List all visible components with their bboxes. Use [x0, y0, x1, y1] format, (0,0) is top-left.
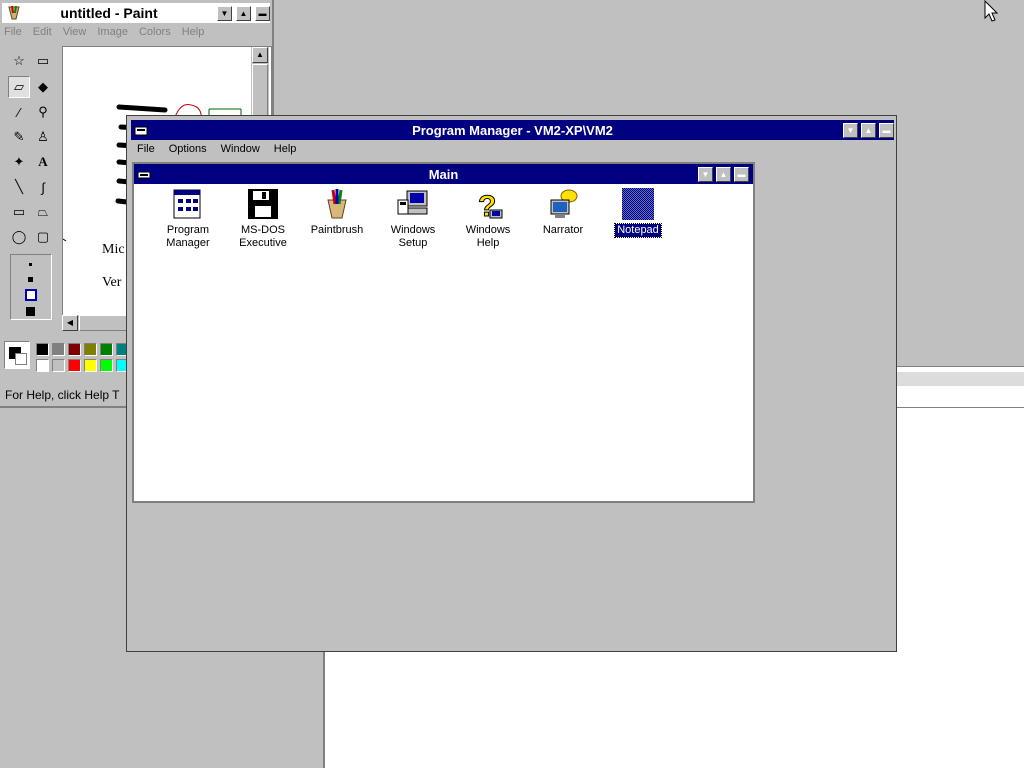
- free-select-icon[interactable]: ☆: [8, 50, 30, 72]
- group-maximize-button[interactable]: ▲: [716, 167, 731, 182]
- brush-icon[interactable]: ♙: [32, 126, 54, 148]
- paint-menu-bar: File Edit View Image Colors Help: [4, 26, 215, 42]
- rounded-rect-tool-icon[interactable]: ▢: [32, 226, 54, 248]
- palette-swatch[interactable]: [84, 359, 97, 372]
- item-label-line2: Executive: [239, 237, 287, 249]
- palette-swatch[interactable]: [100, 359, 113, 372]
- magnifier-icon[interactable]: ⚲: [32, 101, 54, 123]
- fill-icon[interactable]: ◆: [32, 76, 54, 98]
- ms-dos-executive-item[interactable]: MS-DOS Executive: [227, 188, 299, 250]
- palette-swatch[interactable]: [68, 343, 81, 356]
- main-group-title-bar[interactable]: Main ▼ ▲ ▬: [134, 164, 753, 184]
- group-restore-button[interactable]: ▬: [734, 167, 749, 182]
- color-picker-icon[interactable]: ∕: [8, 101, 30, 123]
- paint-title-bar[interactable]: untitled - Paint ▼ ▲ ▬: [2, 3, 270, 23]
- scroll-up-button[interactable]: ▲: [252, 47, 268, 63]
- background-window-bar: [897, 372, 1024, 386]
- pm-menu-file[interactable]: File: [137, 143, 155, 155]
- program-manager-item[interactable]: Program Manager: [152, 188, 224, 250]
- item-label-line1: Windows: [390, 224, 436, 236]
- windows-setup-item[interactable]: Windows Setup: [377, 188, 449, 250]
- windows-help-icon: ?: [472, 188, 504, 224]
- ms-dos-executive-icon: [247, 188, 279, 220]
- narrator-item[interactable]: Narrator: [527, 188, 599, 237]
- program-manager-title-bar[interactable]: Program Manager - VM2-XP\VM2 ▼ ▲ ▬: [131, 120, 894, 140]
- menu-view[interactable]: View: [63, 26, 87, 38]
- menu-colors[interactable]: Colors: [139, 26, 171, 38]
- item-label-line1: Narrator: [542, 224, 584, 236]
- program-manager-menu-bar: File Options Window Help: [137, 143, 310, 159]
- maximize-button[interactable]: ▲: [236, 6, 251, 21]
- text-tool-icon[interactable]: A: [32, 151, 54, 173]
- curve-tool-icon[interactable]: ∫: [32, 176, 54, 198]
- palette-swatch[interactable]: [36, 343, 49, 356]
- palette-swatch[interactable]: [68, 359, 81, 372]
- scroll-thumb[interactable]: [252, 64, 268, 116]
- item-label-line2: Setup: [398, 237, 428, 249]
- notepad-icon: [622, 188, 654, 220]
- program-manager-title: Program Manager - VM2-XP\VM2: [412, 123, 613, 138]
- pm-menu-help[interactable]: Help: [274, 143, 297, 155]
- palette-swatch[interactable]: [52, 343, 65, 356]
- paintbrush-icon: [321, 188, 353, 220]
- item-label-line1: Windows: [465, 224, 511, 236]
- item-label-line1: Program: [166, 224, 210, 236]
- status-bar-text: For Help, click Help T: [5, 388, 120, 402]
- program-manager-window[interactable]: Program Manager - VM2-XP\VM2 ▼ ▲ ▬ File O…: [126, 115, 897, 652]
- eraser-size-selector[interactable]: [10, 254, 52, 320]
- scroll-left-button[interactable]: ◀: [62, 315, 78, 331]
- pm-maximize-button[interactable]: ▲: [861, 123, 876, 138]
- polygon-tool-icon[interactable]: ⏢: [32, 201, 54, 223]
- windows-help-item[interactable]: ? Windows Help: [452, 188, 524, 250]
- minimize-button[interactable]: ▼: [217, 6, 232, 21]
- item-label-line1: Notepad: [614, 223, 662, 238]
- main-group-title: Main: [428, 167, 459, 182]
- canvas-text-line-1: Mic: [102, 242, 125, 257]
- menu-image[interactable]: Image: [97, 26, 128, 38]
- mouse-cursor-icon: [984, 0, 999, 22]
- main-group-window[interactable]: Main ▼ ▲ ▬ Program Manager MS-DOS Execut…: [132, 162, 755, 503]
- item-label-line1: MS-DOS: [241, 224, 285, 236]
- paintbrush-item[interactable]: Paintbrush: [301, 188, 373, 237]
- palette-swatch[interactable]: [84, 343, 97, 356]
- rect-select-icon[interactable]: ▭: [32, 50, 54, 72]
- ellipse-tool-icon[interactable]: ◯: [8, 226, 30, 248]
- line-tool-icon[interactable]: ╲: [8, 176, 30, 198]
- pm-restore-button[interactable]: ▬: [879, 123, 894, 138]
- program-manager-icon: [172, 188, 204, 220]
- eraser-icon[interactable]: ▱: [8, 76, 30, 98]
- hscroll-thumb[interactable]: [79, 315, 127, 331]
- item-label-line2: Manager: [166, 237, 210, 249]
- rectangle-tool-icon[interactable]: ▭: [8, 201, 30, 223]
- group-minimize-button[interactable]: ▼: [698, 167, 713, 182]
- palette-swatch[interactable]: [36, 359, 49, 372]
- current-colors[interactable]: [4, 341, 30, 369]
- notepad-item[interactable]: Notepad: [602, 188, 674, 238]
- pm-minimize-button[interactable]: ▼: [843, 123, 858, 138]
- airbrush-icon[interactable]: ✦: [8, 151, 30, 173]
- item-label-line2: Help: [476, 237, 500, 249]
- palette-swatch[interactable]: [52, 359, 65, 372]
- windows-setup-icon: [397, 188, 429, 220]
- canvas-text-line-2: Ver: [102, 275, 122, 290]
- paint-title: untitled - Paint: [60, 5, 158, 21]
- menu-help[interactable]: Help: [182, 26, 205, 38]
- item-label-line1: Paintbrush: [310, 224, 364, 236]
- pm-menu-options[interactable]: Options: [169, 143, 207, 155]
- pm-menu-window[interactable]: Window: [221, 143, 260, 155]
- menu-file[interactable]: File: [4, 26, 22, 38]
- palette-swatch[interactable]: [100, 343, 113, 356]
- menu-edit[interactable]: Edit: [33, 26, 52, 38]
- restore-button[interactable]: ▬: [255, 6, 270, 21]
- narrator-icon: [547, 188, 579, 220]
- pencil-icon[interactable]: ✎: [8, 126, 30, 148]
